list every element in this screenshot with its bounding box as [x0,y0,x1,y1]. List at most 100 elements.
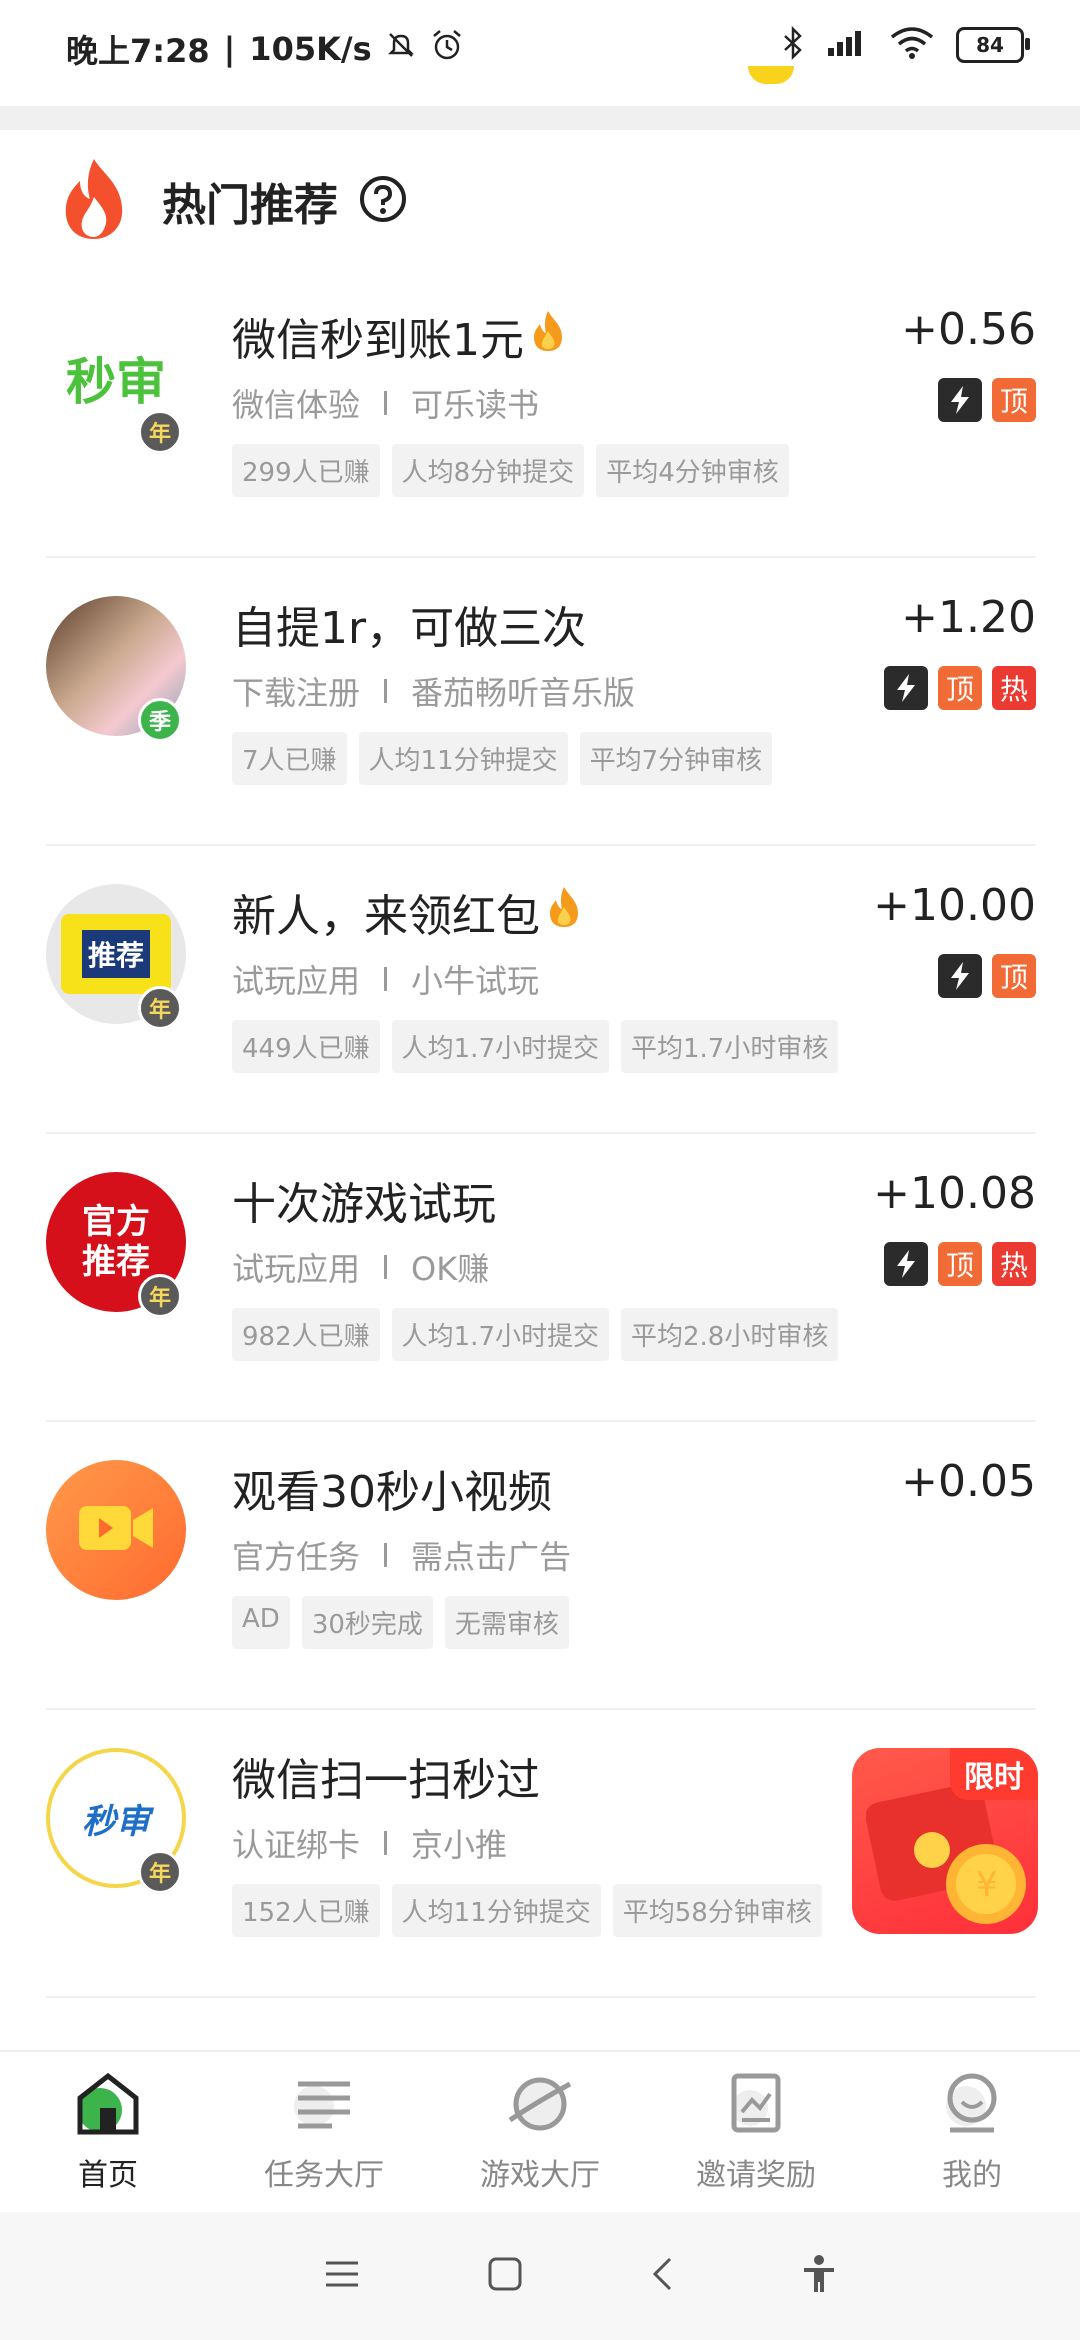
year-badge: 年 [138,986,182,1030]
task-tag: AD [232,1596,290,1649]
task-title: 微信扫一扫秒过 [232,1744,540,1808]
bluetooth-icon [782,25,804,64]
task-category: 认证绑卡 [232,1826,361,1864]
nav-tasks[interactable]: 任务大厅 [216,2052,432,2212]
task-title-text: 微信扫一扫秒过 [232,1755,540,1806]
limited-time-promo-button[interactable]: ¥ 限时 [852,1748,1038,1934]
task-meta: 试玩应用 小牛试玩 [232,956,539,1002]
home-icon [72,2070,144,2140]
chart-icon [720,2070,792,2140]
task-app: 京小推 [411,1826,508,1864]
task-tag: 平均2.8小时审核 [621,1308,839,1361]
status-speed: 105K/s [249,30,372,68]
nav-profile[interactable]: 我的 [864,2052,1080,2212]
task-title-text: 自提1r，可做三次 [232,603,587,654]
nav-label: 首页 [78,2158,138,2193]
header-decoration [748,66,794,84]
task-flags: 顶 热 [884,666,1036,710]
task-tag: 平均4分钟审核 [596,444,789,497]
task-reward: +1.20 [901,592,1036,643]
task-flags: 顶 [938,954,1036,998]
nav-games[interactable]: 游戏大厅 [432,2052,648,2212]
mute-bell-icon [386,30,416,68]
task-app: 可乐读书 [411,386,540,424]
status-bar: 晚上7:28 | 105K/s 84 [0,0,1080,100]
back-icon[interactable] [650,2256,674,2296]
system-nav-bar [0,2212,1080,2340]
top-badge: 顶 [938,1242,982,1286]
top-badge: 顶 [992,954,1036,998]
task-reward: +10.00 [873,880,1036,931]
task-item[interactable]: 秒审 年 微信秒到账1元 +0.56 微信体验 可乐读书 顶 299人已赚 人均… [46,268,1036,558]
task-title-text: 微信秒到账1元 [232,315,524,366]
bolt-icon [884,1242,928,1286]
task-title: 十次游戏试玩 [232,1168,496,1232]
bolt-icon [938,954,982,998]
fire-icon [530,309,566,364]
top-badge: 顶 [938,666,982,710]
task-app: 需点击广告 [411,1538,572,1576]
task-title-text: 十次游戏试玩 [232,1179,496,1230]
nav-home[interactable]: 首页 [0,2052,216,2212]
alarm-icon [430,28,464,70]
fire-icon [56,157,132,245]
task-title-text: 观看30秒小视频 [232,1467,552,1518]
task-tag: 无需审核 [444,1596,569,1649]
bolt-icon [938,378,982,422]
task-item[interactable]: 观看30秒小视频 +0.05 官方任务 需点击广告 AD 30秒完成 无需审核 [46,1420,1036,1710]
svg-text:¥: ¥ [976,1865,998,1905]
task-tag: 30秒完成 [301,1596,433,1649]
task-item[interactable]: 季 自提1r，可做三次 +1.20 下载注册 番茄畅听音乐版 顶 热 7人已赚 … [46,556,1036,846]
status-time: 晚上7:28 [66,32,210,70]
year-badge: 年 [138,410,182,454]
task-meta: 认证绑卡 京小推 [232,1820,507,1866]
task-category: 官方任务 [232,1538,361,1576]
nav-label: 我的 [942,2158,1002,2193]
task-tag: 平均7分钟审核 [579,732,773,785]
year-badge: 年 [138,1274,182,1318]
nav-label: 游戏大厅 [480,2158,600,2193]
video-camera-icon [77,1502,155,1558]
avatar-text: 推荐 [81,930,150,978]
signal-icon [826,28,868,62]
task-tag: 人均11分钟提交 [358,732,568,785]
nav-label: 任务大厅 [264,2158,384,2193]
task-tag: 299人已赚 [232,444,380,497]
meta-separator [384,391,388,415]
status-right: 84 [782,25,1030,64]
home-square-icon[interactable] [487,2256,523,2296]
task-tag: 人均1.7小时提交 [391,1020,609,1073]
task-title: 微信秒到账1元 [232,304,566,368]
help-icon[interactable] [358,174,408,228]
task-reward: +0.56 [901,304,1036,355]
task-app: 小牛试玩 [411,962,540,1000]
task-item[interactable]: 推荐 年 新人，来领红包 +10.00 试玩应用 小牛试玩 顶 449人已赚 人… [46,844,1036,1134]
avatar-text: 秒审 [82,1801,150,1842]
meta-separator [384,1543,388,1567]
task-reward: +10.08 [873,1168,1036,1219]
task-tags: 982人已赚 人均1.7小时提交 平均2.8小时审核 [232,1308,839,1361]
task-category: 下载注册 [232,674,361,712]
accessibility-icon[interactable] [801,2254,837,2298]
wifi-icon [890,27,934,63]
task-item[interactable]: 官方推荐 年 十次游戏试玩 +10.08 试玩应用 OK赚 顶 热 982人已赚… [46,1132,1036,1422]
task-category: 试玩应用 [232,962,361,1000]
task-tag: 449人已赚 [232,1020,380,1073]
hot-badge: 热 [992,666,1036,710]
task-meta: 下载注册 番茄畅听音乐版 [232,668,635,714]
hot-badge: 热 [992,1242,1036,1286]
task-tag: 平均58分钟审核 [612,1884,822,1937]
menu-icon[interactable] [324,2259,360,2293]
battery-indicator: 84 [956,27,1030,63]
bottom-nav: 首页 任务大厅 游戏大厅 邀请奖励 我的 [0,2050,1080,2212]
task-tags: AD 30秒完成 无需审核 [232,1596,569,1649]
nav-invite[interactable]: 邀请奖励 [648,2052,864,2212]
top-badge: 顶 [992,378,1036,422]
task-tag: 7人已赚 [232,732,347,785]
status-left: 晚上7:28 | 105K/s [66,26,464,72]
fire-icon [546,885,582,940]
avatar-frame: 推荐 [61,914,171,994]
profile-icon [936,2070,1008,2140]
task-title: 观看30秒小视频 [232,1456,552,1520]
task-meta: 官方任务 需点击广告 [232,1532,571,1578]
